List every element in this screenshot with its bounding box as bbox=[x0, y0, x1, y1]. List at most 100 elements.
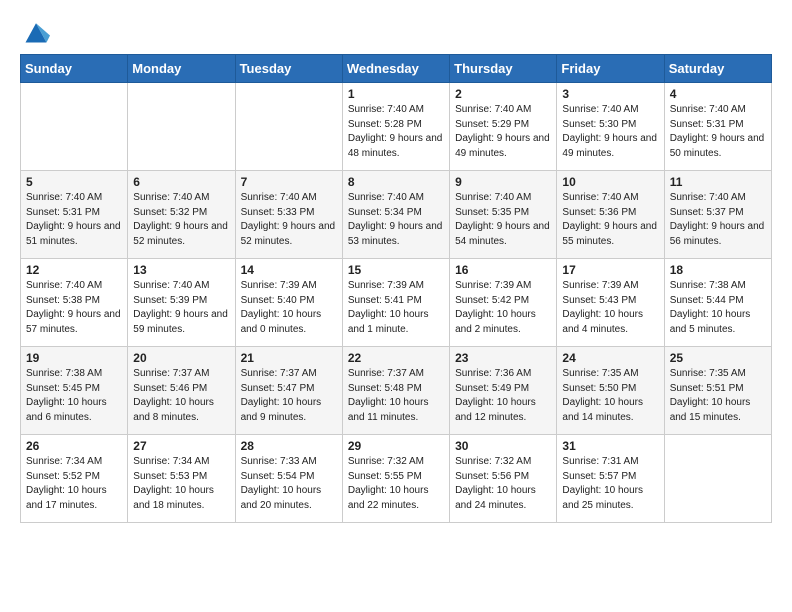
header-cell-monday: Monday bbox=[128, 55, 235, 83]
day-cell: 26 Sunrise: 7:34 AM Sunset: 5:52 PM Dayli… bbox=[21, 435, 128, 523]
calendar-header: SundayMondayTuesdayWednesdayThursdayFrid… bbox=[21, 55, 772, 83]
day-cell: 10 Sunrise: 7:40 AM Sunset: 5:36 PM Dayli… bbox=[557, 171, 664, 259]
day-cell: 19 Sunrise: 7:38 AM Sunset: 5:45 PM Dayli… bbox=[21, 347, 128, 435]
day-cell: 7 Sunrise: 7:40 AM Sunset: 5:33 PM Daylig… bbox=[235, 171, 342, 259]
calendar-page: SundayMondayTuesdayWednesdayThursdayFrid… bbox=[0, 0, 792, 541]
day-cell: 9 Sunrise: 7:40 AM Sunset: 5:35 PM Daylig… bbox=[450, 171, 557, 259]
day-cell bbox=[664, 435, 771, 523]
day-info: Sunrise: 7:40 AM Sunset: 5:32 PM Dayligh… bbox=[133, 191, 229, 249]
day-cell: 30 Sunrise: 7:32 AM Sunset: 5:56 PM Dayli… bbox=[450, 435, 557, 523]
logo-icon bbox=[22, 18, 50, 46]
day-info: Sunrise: 7:39 AM Sunset: 5:41 PM Dayligh… bbox=[348, 279, 444, 337]
day-number: 29 bbox=[348, 439, 444, 453]
day-cell: 24Sunrise: 7:35 AM Sunset: 5:50 PM Dayli… bbox=[557, 347, 664, 435]
day-cell: 28 Sunrise: 7:33 AM Sunset: 5:54 PM Dayli… bbox=[235, 435, 342, 523]
day-number: 31 bbox=[562, 439, 658, 453]
day-number: 23 bbox=[455, 351, 551, 365]
day-info: Sunrise: 7:40 AM Sunset: 5:31 PM Dayligh… bbox=[26, 191, 122, 249]
week-row-2: 5 Sunrise: 7:40 AM Sunset: 5:31 PM Daylig… bbox=[21, 171, 772, 259]
day-info: Sunrise: 7:38 AM Sunset: 5:45 PM Dayligh… bbox=[26, 367, 122, 425]
day-info: Sunrise: 7:35 AM Sunset: 5:51 PM Dayligh… bbox=[670, 367, 766, 425]
day-cell: 23 Sunrise: 7:36 AM Sunset: 5:49 PM Dayli… bbox=[450, 347, 557, 435]
day-info: Sunrise: 7:37 AM Sunset: 5:48 PM Dayligh… bbox=[348, 367, 444, 425]
day-number: 24 bbox=[562, 351, 658, 365]
header-row: SundayMondayTuesdayWednesdayThursdayFrid… bbox=[21, 55, 772, 83]
day-number: 16 bbox=[455, 263, 551, 277]
day-cell: 22 Sunrise: 7:37 AM Sunset: 5:48 PM Dayli… bbox=[342, 347, 449, 435]
week-row-4: 19 Sunrise: 7:38 AM Sunset: 5:45 PM Dayli… bbox=[21, 347, 772, 435]
day-cell: 18Sunrise: 7:38 AM Sunset: 5:44 PM Dayli… bbox=[664, 259, 771, 347]
day-cell: 25 Sunrise: 7:35 AM Sunset: 5:51 PM Dayli… bbox=[664, 347, 771, 435]
day-number: 12 bbox=[26, 263, 122, 277]
day-info: Sunrise: 7:39 AM Sunset: 5:43 PM Dayligh… bbox=[562, 279, 658, 337]
day-info: Sunrise: 7:32 AM Sunset: 5:55 PM Dayligh… bbox=[348, 455, 444, 513]
day-info: Sunrise: 7:40 AM Sunset: 5:35 PM Dayligh… bbox=[455, 191, 551, 249]
day-cell: 11 Sunrise: 7:40 AM Sunset: 5:37 PM Dayli… bbox=[664, 171, 771, 259]
day-number: 17 bbox=[562, 263, 658, 277]
day-number: 18 bbox=[670, 263, 766, 277]
calendar-body: 1Sunrise: 7:40 AM Sunset: 5:28 PM Daylig… bbox=[21, 83, 772, 523]
day-info: Sunrise: 7:34 AM Sunset: 5:52 PM Dayligh… bbox=[26, 455, 122, 513]
day-number: 11 bbox=[670, 175, 766, 189]
day-number: 25 bbox=[670, 351, 766, 365]
day-number: 20 bbox=[133, 351, 229, 365]
day-info: Sunrise: 7:40 AM Sunset: 5:37 PM Dayligh… bbox=[670, 191, 766, 249]
day-cell: 21 Sunrise: 7:37 AM Sunset: 5:47 PM Dayli… bbox=[235, 347, 342, 435]
day-cell: 1Sunrise: 7:40 AM Sunset: 5:28 PM Daylig… bbox=[342, 83, 449, 171]
day-info: Sunrise: 7:39 AM Sunset: 5:40 PM Dayligh… bbox=[241, 279, 337, 337]
day-number: 8 bbox=[348, 175, 444, 189]
header-cell-saturday: Saturday bbox=[664, 55, 771, 83]
day-number: 19 bbox=[26, 351, 122, 365]
day-cell: 29 Sunrise: 7:32 AM Sunset: 5:55 PM Dayli… bbox=[342, 435, 449, 523]
day-info: Sunrise: 7:37 AM Sunset: 5:47 PM Dayligh… bbox=[241, 367, 337, 425]
day-number: 13 bbox=[133, 263, 229, 277]
day-info: Sunrise: 7:36 AM Sunset: 5:49 PM Dayligh… bbox=[455, 367, 551, 425]
logo bbox=[20, 18, 50, 46]
day-number: 9 bbox=[455, 175, 551, 189]
day-info: Sunrise: 7:40 AM Sunset: 5:29 PM Dayligh… bbox=[455, 103, 551, 161]
header bbox=[20, 18, 772, 46]
day-number: 2 bbox=[455, 87, 551, 101]
week-row-3: 12 Sunrise: 7:40 AM Sunset: 5:38 PM Dayli… bbox=[21, 259, 772, 347]
header-cell-tuesday: Tuesday bbox=[235, 55, 342, 83]
day-info: Sunrise: 7:40 AM Sunset: 5:36 PM Dayligh… bbox=[562, 191, 658, 249]
day-info: Sunrise: 7:40 AM Sunset: 5:34 PM Dayligh… bbox=[348, 191, 444, 249]
day-cell: 6 Sunrise: 7:40 AM Sunset: 5:32 PM Daylig… bbox=[128, 171, 235, 259]
day-number: 10 bbox=[562, 175, 658, 189]
day-cell: 16 Sunrise: 7:39 AM Sunset: 5:42 PM Dayli… bbox=[450, 259, 557, 347]
day-cell: 14 Sunrise: 7:39 AM Sunset: 5:40 PM Dayli… bbox=[235, 259, 342, 347]
day-info: Sunrise: 7:40 AM Sunset: 5:31 PM Dayligh… bbox=[670, 103, 766, 161]
day-info: Sunrise: 7:40 AM Sunset: 5:28 PM Dayligh… bbox=[348, 103, 444, 161]
day-number: 7 bbox=[241, 175, 337, 189]
day-cell bbox=[128, 83, 235, 171]
day-info: Sunrise: 7:40 AM Sunset: 5:38 PM Dayligh… bbox=[26, 279, 122, 337]
day-info: Sunrise: 7:39 AM Sunset: 5:42 PM Dayligh… bbox=[455, 279, 551, 337]
day-number: 28 bbox=[241, 439, 337, 453]
day-number: 21 bbox=[241, 351, 337, 365]
day-number: 5 bbox=[26, 175, 122, 189]
header-cell-wednesday: Wednesday bbox=[342, 55, 449, 83]
day-cell: 8 Sunrise: 7:40 AM Sunset: 5:34 PM Daylig… bbox=[342, 171, 449, 259]
day-cell: 27Sunrise: 7:34 AM Sunset: 5:53 PM Dayli… bbox=[128, 435, 235, 523]
day-cell: 4 Sunrise: 7:40 AM Sunset: 5:31 PM Daylig… bbox=[664, 83, 771, 171]
day-number: 6 bbox=[133, 175, 229, 189]
day-info: Sunrise: 7:40 AM Sunset: 5:30 PM Dayligh… bbox=[562, 103, 658, 161]
header-cell-friday: Friday bbox=[557, 55, 664, 83]
day-number: 4 bbox=[670, 87, 766, 101]
day-info: Sunrise: 7:32 AM Sunset: 5:56 PM Dayligh… bbox=[455, 455, 551, 513]
day-info: Sunrise: 7:40 AM Sunset: 5:39 PM Dayligh… bbox=[133, 279, 229, 337]
day-number: 14 bbox=[241, 263, 337, 277]
day-cell bbox=[235, 83, 342, 171]
day-info: Sunrise: 7:33 AM Sunset: 5:54 PM Dayligh… bbox=[241, 455, 337, 513]
day-cell: 17 Sunrise: 7:39 AM Sunset: 5:43 PM Dayli… bbox=[557, 259, 664, 347]
week-row-5: 26 Sunrise: 7:34 AM Sunset: 5:52 PM Dayli… bbox=[21, 435, 772, 523]
day-info: Sunrise: 7:34 AM Sunset: 5:53 PM Dayligh… bbox=[133, 455, 229, 513]
day-info: Sunrise: 7:40 AM Sunset: 5:33 PM Dayligh… bbox=[241, 191, 337, 249]
header-cell-sunday: Sunday bbox=[21, 55, 128, 83]
week-row-1: 1Sunrise: 7:40 AM Sunset: 5:28 PM Daylig… bbox=[21, 83, 772, 171]
day-number: 22 bbox=[348, 351, 444, 365]
day-number: 26 bbox=[26, 439, 122, 453]
day-number: 3 bbox=[562, 87, 658, 101]
day-number: 30 bbox=[455, 439, 551, 453]
day-cell: 3 Sunrise: 7:40 AM Sunset: 5:30 PM Daylig… bbox=[557, 83, 664, 171]
